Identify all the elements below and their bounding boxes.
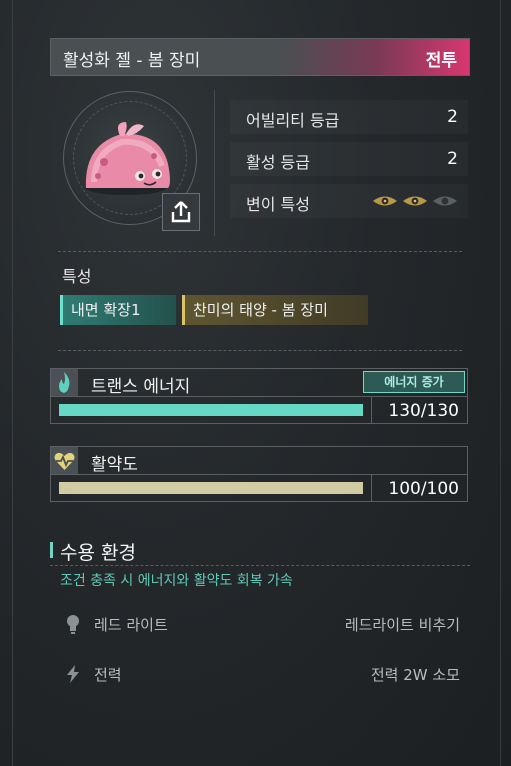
stat-ability-grade: 어빌리티 등급 2 xyxy=(230,100,468,134)
stat-label: 어빌리티 등급 xyxy=(246,111,340,130)
share-icon xyxy=(171,201,191,223)
flame-icon xyxy=(51,369,78,396)
meter-title: 트랜스 에너지 xyxy=(91,377,191,397)
energy-bar-track xyxy=(59,404,363,416)
stat-label: 활성 등급 xyxy=(246,153,310,172)
vitality-bar-track xyxy=(59,482,363,494)
frame-border-left xyxy=(12,0,13,766)
bulb-icon xyxy=(67,615,79,634)
environment-divider xyxy=(50,565,470,566)
stat-activation-grade: 활성 등급 2 xyxy=(230,142,468,176)
section-divider xyxy=(58,251,462,252)
share-button[interactable] xyxy=(162,193,200,231)
environment-row-red-light: 레드 라이트 레드라이트 비추기 xyxy=(64,612,460,636)
energy-bar-fill xyxy=(59,404,363,416)
traits-heading: 특성 xyxy=(62,267,92,286)
environment-value: 레드라이트 비추기 xyxy=(344,616,460,634)
vitality-bar-fill xyxy=(59,482,363,494)
trans-energy-meter: 트랜스 에너지 에너지 증가 130/130 xyxy=(50,368,468,424)
item-title-bar: 활성화 젤 - 봄 장미 전투 xyxy=(50,38,470,76)
stat-value: 2 xyxy=(447,149,458,169)
trait-chip-2[interactable]: 찬미의 태양 - 봄 장미 xyxy=(182,295,368,325)
vitality-value: 100/100 xyxy=(388,479,459,499)
environment-row-power: 전력 전력 2W 소모 xyxy=(64,662,460,686)
section-divider xyxy=(58,350,462,351)
environment-marker xyxy=(50,542,53,558)
stat-mutation-traits: 변이 특성 xyxy=(230,184,468,218)
environment-heading: 수용 환경 xyxy=(60,542,136,564)
environment-description: 조건 충족 시 에너지와 활약도 회복 가속 xyxy=(60,573,293,589)
bar-area xyxy=(51,475,372,501)
stat-label: 변이 특성 xyxy=(246,195,310,214)
trait-chip-1[interactable]: 내면 확장1 xyxy=(60,295,176,325)
environment-value: 전력 2W 소모 xyxy=(370,666,460,684)
environment-label: 전력 xyxy=(94,666,122,684)
environment-label: 레드 라이트 xyxy=(94,616,168,634)
meter-header: 활약도 xyxy=(51,447,467,475)
lightning-icon xyxy=(67,665,79,683)
heart-pulse-icon xyxy=(51,447,78,474)
mutation-eye-icons xyxy=(372,193,458,213)
bar-area xyxy=(51,397,372,423)
meter-header: 트랜스 에너지 에너지 증가 xyxy=(51,369,467,397)
item-title: 활성화 젤 - 봄 장미 xyxy=(63,51,201,71)
stat-value: 2 xyxy=(447,107,458,127)
vitality-meter: 활약도 100/100 xyxy=(50,446,468,502)
energy-value: 130/130 xyxy=(388,401,459,421)
frame-border-right xyxy=(500,0,501,766)
eye-icon xyxy=(373,196,457,206)
header-divider xyxy=(214,90,215,236)
item-type-tag: 전투 xyxy=(425,51,457,71)
energy-boost-button[interactable]: 에너지 증가 xyxy=(363,371,465,393)
meter-title: 활약도 xyxy=(91,455,138,475)
